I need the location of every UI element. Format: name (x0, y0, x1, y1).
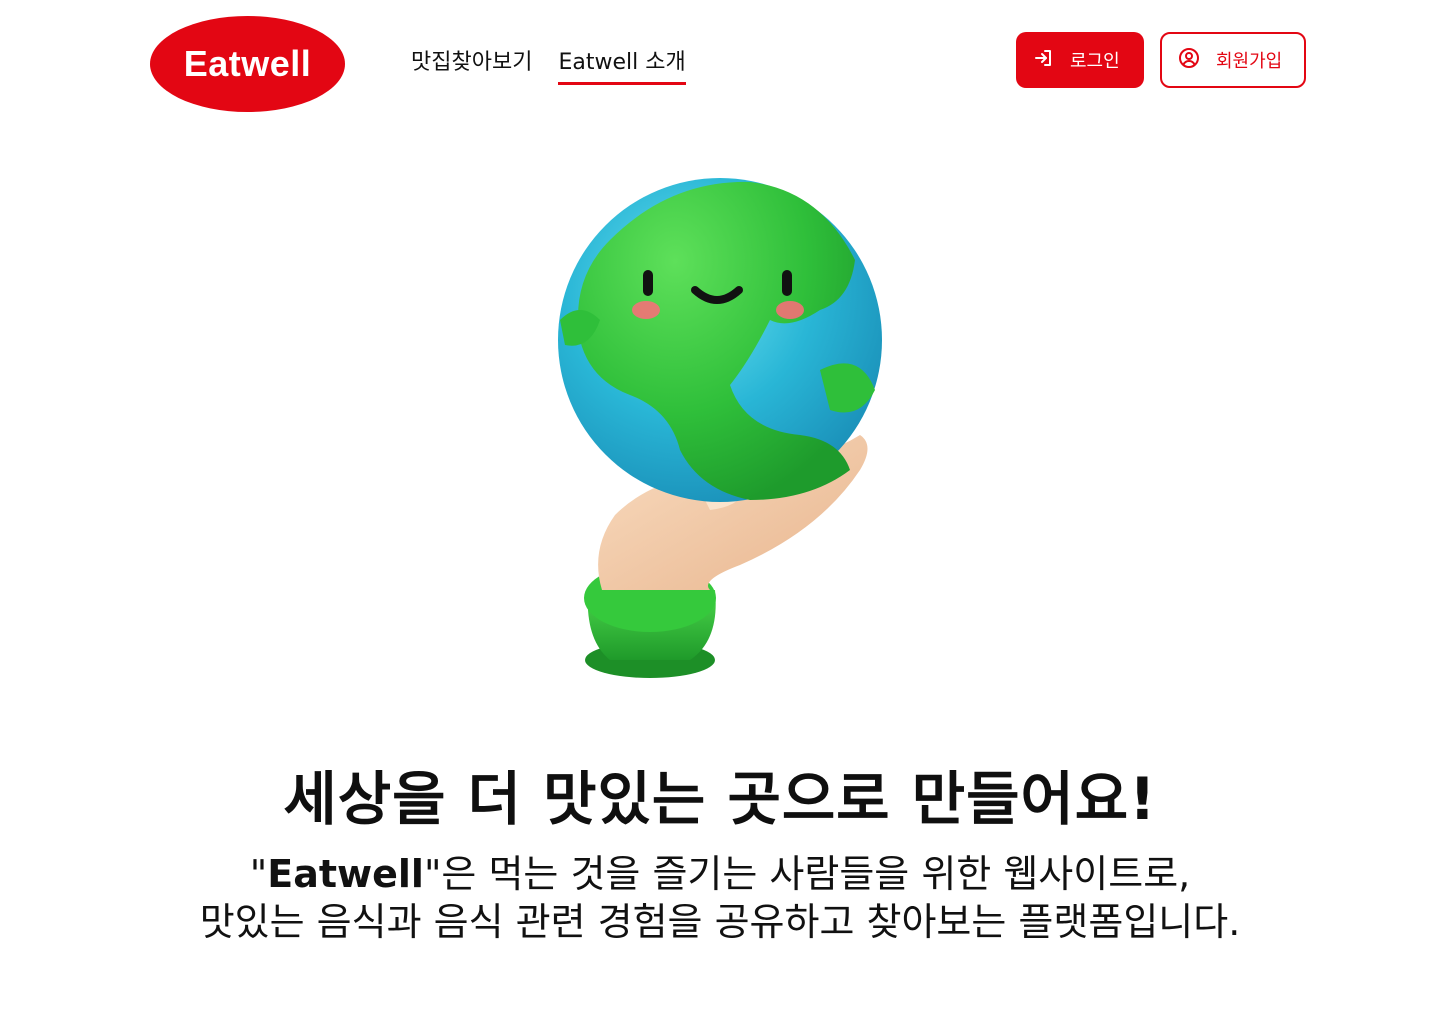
description-line-1: "Eatwell"은 먹는 것을 즐기는 사람들을 위한 웹사이트로, (0, 850, 1440, 898)
logo-text: Eatwell (183, 43, 312, 84)
hero-earth-illustration (520, 170, 920, 690)
headline: 세상을 더 맛있는 곳으로 만들어요! (283, 765, 1157, 833)
login-label: 로그인 (1070, 51, 1120, 72)
site-header: Eatwell 맛집찾아보기 Eatwell 소개 로그인 회원가입 (0, 0, 1440, 120)
description-line-1-rest: "은 먹는 것을 즐기는 사람들을 위한 웹사이트로, (423, 852, 1191, 896)
logo[interactable]: Eatwell (150, 16, 345, 112)
nav-item-find-restaurants[interactable]: 맛집찾아보기 (411, 44, 532, 85)
signup-label: 회원가입 (1216, 51, 1283, 72)
nav-item-about-eatwell[interactable]: Eatwell 소개 (558, 44, 686, 85)
brand-name: Eatwell (267, 852, 424, 896)
description: "Eatwell"은 먹는 것을 즐기는 사람들을 위한 웹사이트로, 맛있는 … (0, 850, 1440, 946)
quote-mark: " (249, 852, 268, 896)
user-circle-icon (1178, 47, 1200, 74)
description-line-2: 맛있는 음식과 음식 관련 경험을 공유하고 찾아보는 플랫폼입니다. (199, 900, 1241, 944)
main-nav: 맛집찾아보기 Eatwell 소개 (411, 44, 686, 85)
login-button[interactable]: 로그인 (1016, 32, 1144, 88)
signup-button[interactable]: 회원가입 (1160, 32, 1306, 88)
login-arrow-icon (1034, 48, 1054, 73)
